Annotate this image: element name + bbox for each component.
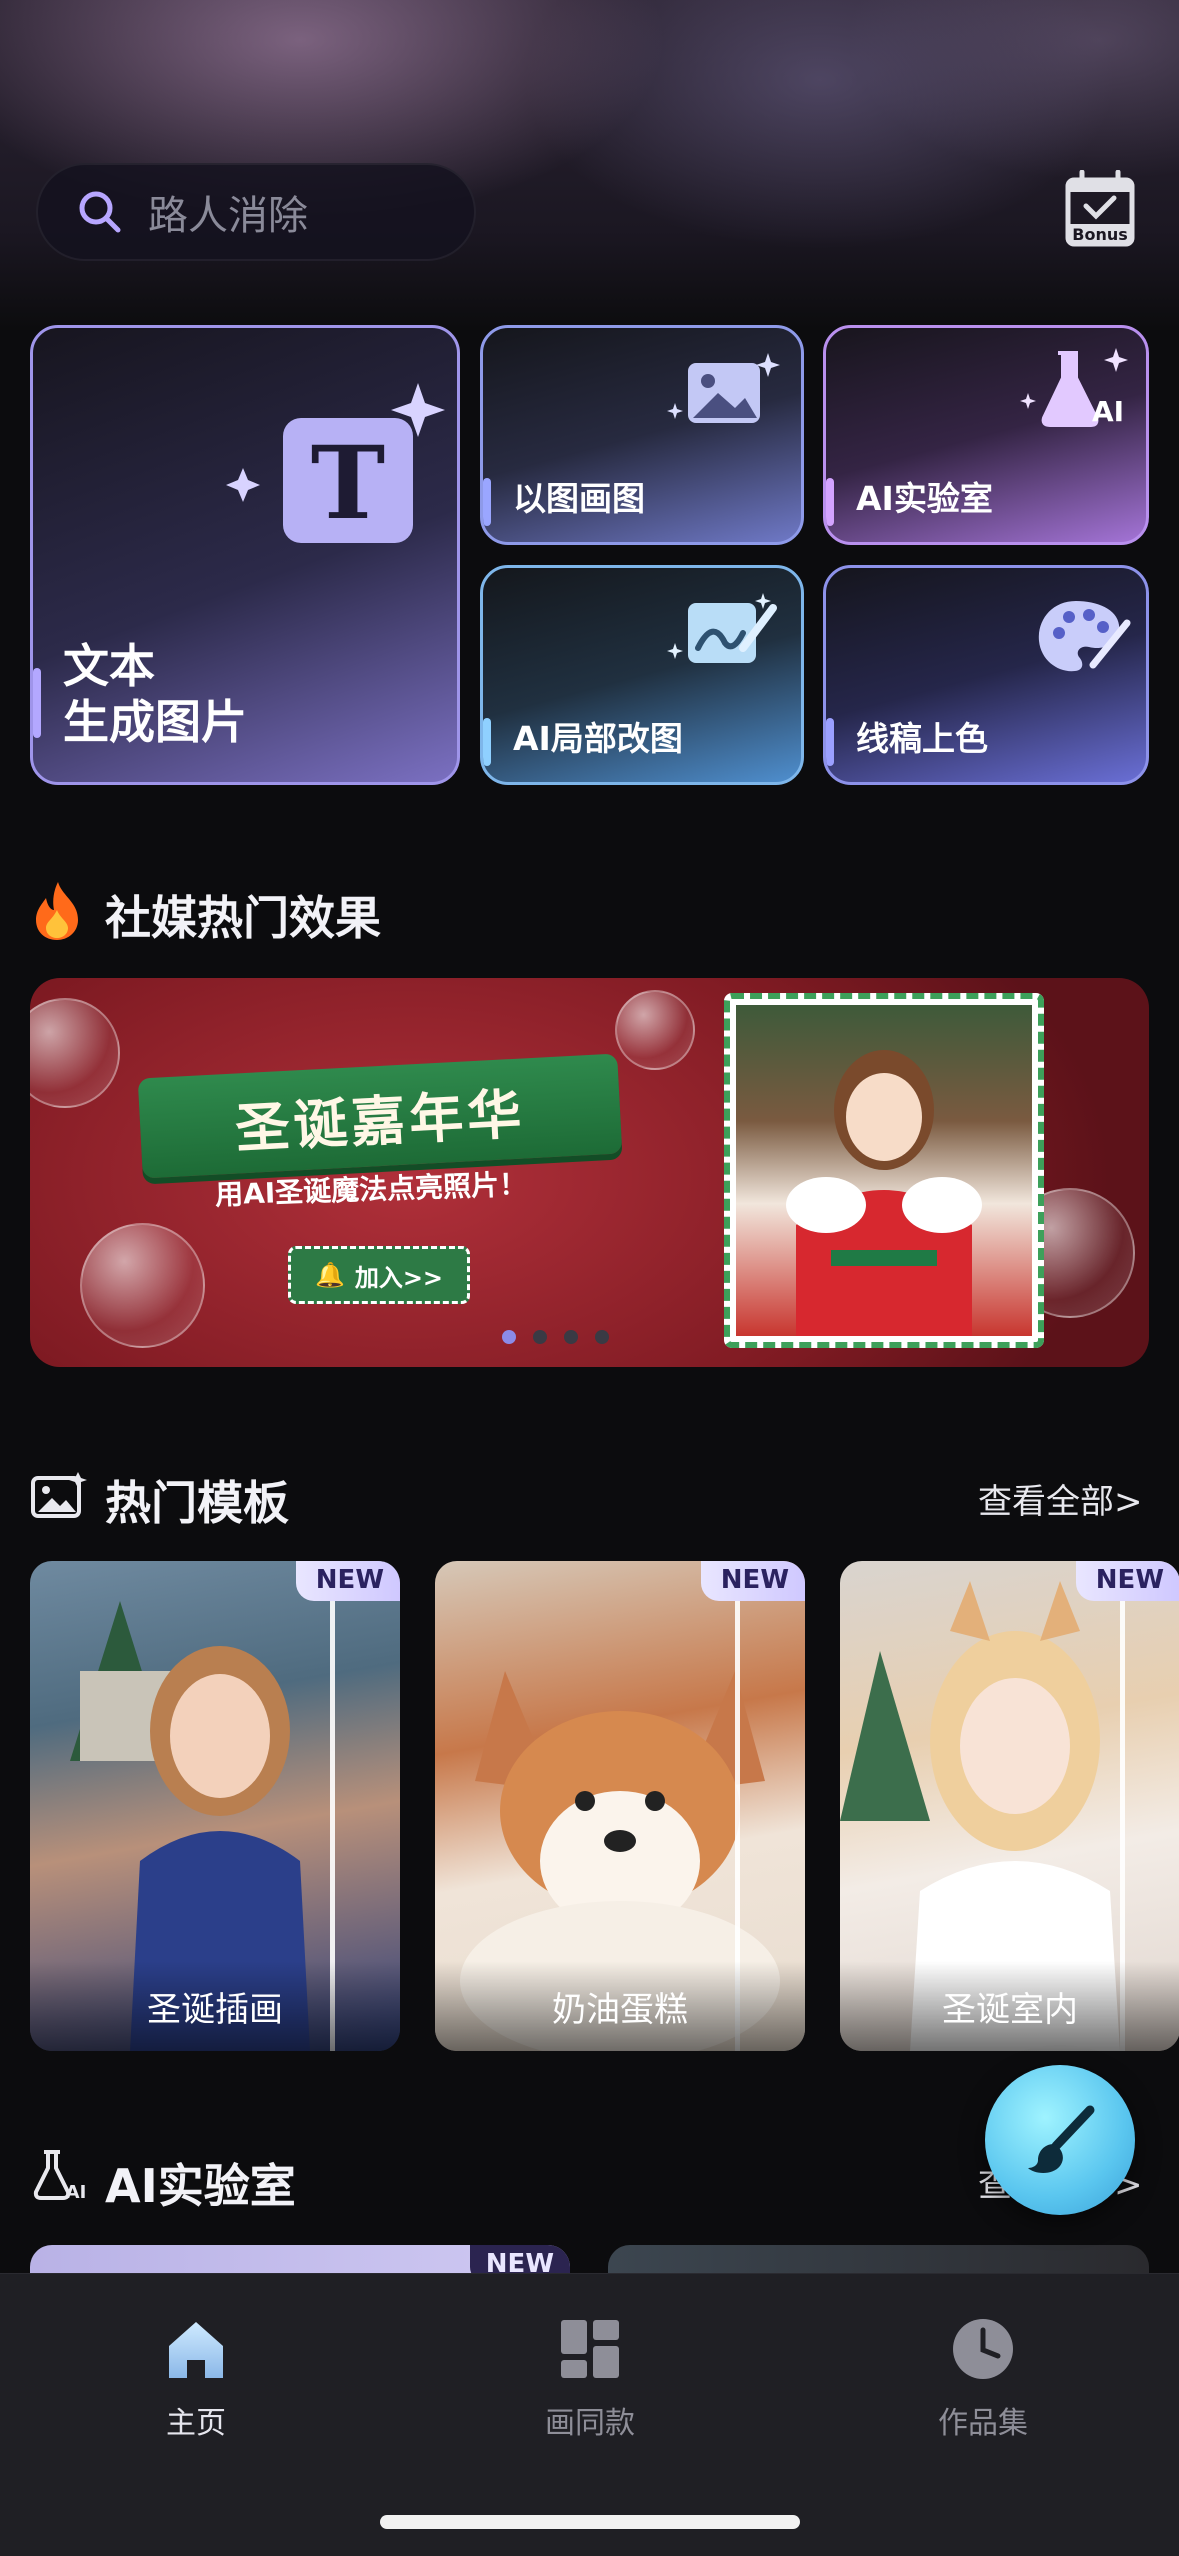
svg-text:T: T xyxy=(311,424,385,542)
svg-text:AI: AI xyxy=(1092,395,1124,428)
tile-accent xyxy=(483,718,491,766)
template-card[interactable]: NEW 圣诞插画 xyxy=(30,1561,400,2051)
tile-label: 文本 生成图片 xyxy=(63,639,247,749)
search-icon xyxy=(79,191,121,233)
palette-icon xyxy=(1038,601,1131,672)
section-title-templates: 热门模板 xyxy=(105,1476,289,1530)
bell-icon: 🔔 xyxy=(314,1261,345,1289)
template-card[interactable]: NEW 圣诞室内 xyxy=(840,1561,1179,2051)
template-card-label: 奶油蛋糕 xyxy=(435,1961,805,2051)
tile-label: 以图画图 xyxy=(513,479,645,518)
svg-text:AI: AI xyxy=(66,2182,87,2202)
section-title-social: 社媒热门效果 xyxy=(105,891,381,945)
bubble-decoration xyxy=(80,1223,205,1348)
tile-accent xyxy=(483,478,491,526)
girl-illustration xyxy=(786,1050,982,1336)
banner-button-label: 加入>> xyxy=(354,1263,444,1292)
home-indicator xyxy=(380,2515,800,2529)
nav-draw-same[interactable]: 画同款 xyxy=(490,2314,690,2442)
banner-photo xyxy=(724,993,1044,1348)
home-icon xyxy=(169,2322,223,2378)
clock-icon xyxy=(953,2319,1013,2379)
tile-ai-partial-edit[interactable]: AI局部改图 xyxy=(480,565,804,785)
tile-accent xyxy=(826,478,834,526)
pager-dot[interactable] xyxy=(595,1330,609,1344)
pager-dot[interactable] xyxy=(502,1330,516,1344)
pager-dot[interactable] xyxy=(533,1330,547,1344)
banner-join-button[interactable]: 🔔 加入>> xyxy=(288,1246,470,1304)
banner-pager[interactable] xyxy=(502,1330,609,1344)
grid-icon xyxy=(561,2320,619,2378)
section-title-ai-lab: AI实验室 xyxy=(105,2159,296,2213)
banner-title: 圣诞嘉年华 xyxy=(233,1081,527,1161)
image-sparkle-icon xyxy=(667,353,780,423)
template-card-label: 圣诞插画 xyxy=(30,1961,400,2051)
new-badge: NEW xyxy=(1075,1561,1179,1601)
tile-image-to-image[interactable]: 以图画图 xyxy=(480,325,804,545)
text-sparkle-icon: T xyxy=(226,383,445,543)
bonus-calendar-icon[interactable]: Bonus xyxy=(1064,170,1136,248)
tile-label: AI实验室 xyxy=(856,479,993,518)
search-placeholder: 路人消除 xyxy=(148,193,308,239)
image-brush-icon xyxy=(667,593,777,663)
see-all-templates-link[interactable]: 查看全部> xyxy=(978,1474,1143,1523)
nav-label: 画同款 xyxy=(545,2406,635,2441)
tile-label: AI局部改图 xyxy=(513,719,683,758)
tile-text-to-image[interactable]: T 文本 生成图片 xyxy=(30,325,460,785)
template-card[interactable]: NEW 奶油蛋糕 xyxy=(435,1561,805,2051)
pager-dot[interactable] xyxy=(564,1330,578,1344)
bubble-decoration xyxy=(615,990,695,1070)
banner-title-ribbon: 圣诞嘉年华 xyxy=(137,1053,623,1179)
new-badge: NEW xyxy=(295,1561,400,1601)
nav-label: 作品集 xyxy=(938,2406,1028,2441)
tile-accent xyxy=(33,668,41,738)
template-card-label: 圣诞室内 xyxy=(840,1961,1179,2051)
flask-ai-icon: AI xyxy=(1020,348,1128,428)
bottom-navigation: 主页 画同款 作品集 xyxy=(0,2273,1179,2556)
tile-ai-lab[interactable]: AI AI实验室 xyxy=(823,325,1149,545)
image-gallery-icon xyxy=(31,1472,87,1518)
new-badge: NEW xyxy=(700,1561,805,1601)
nav-label: 主页 xyxy=(166,2406,226,2441)
floating-brush-button[interactable] xyxy=(985,2065,1135,2215)
tile-accent xyxy=(826,718,834,766)
tile-line-art-color[interactable]: 线稿上色 xyxy=(823,565,1149,785)
tile-label: 线稿上色 xyxy=(856,719,988,758)
brush-icon xyxy=(1028,2105,1095,2173)
bubble-decoration xyxy=(30,998,120,1108)
fire-icon xyxy=(36,882,78,940)
flask-ai-icon: AI xyxy=(33,2150,87,2202)
promo-banner[interactable]: 圣诞嘉年华 用AI圣诞魔法点亮照片！ 🔔 加入>> xyxy=(30,978,1149,1367)
search-bar[interactable]: 路人消除 xyxy=(36,163,476,261)
nav-home[interactable]: 主页 xyxy=(96,2314,296,2442)
nav-portfolio[interactable]: 作品集 xyxy=(883,2314,1083,2442)
bonus-label: Bonus xyxy=(1072,225,1128,244)
